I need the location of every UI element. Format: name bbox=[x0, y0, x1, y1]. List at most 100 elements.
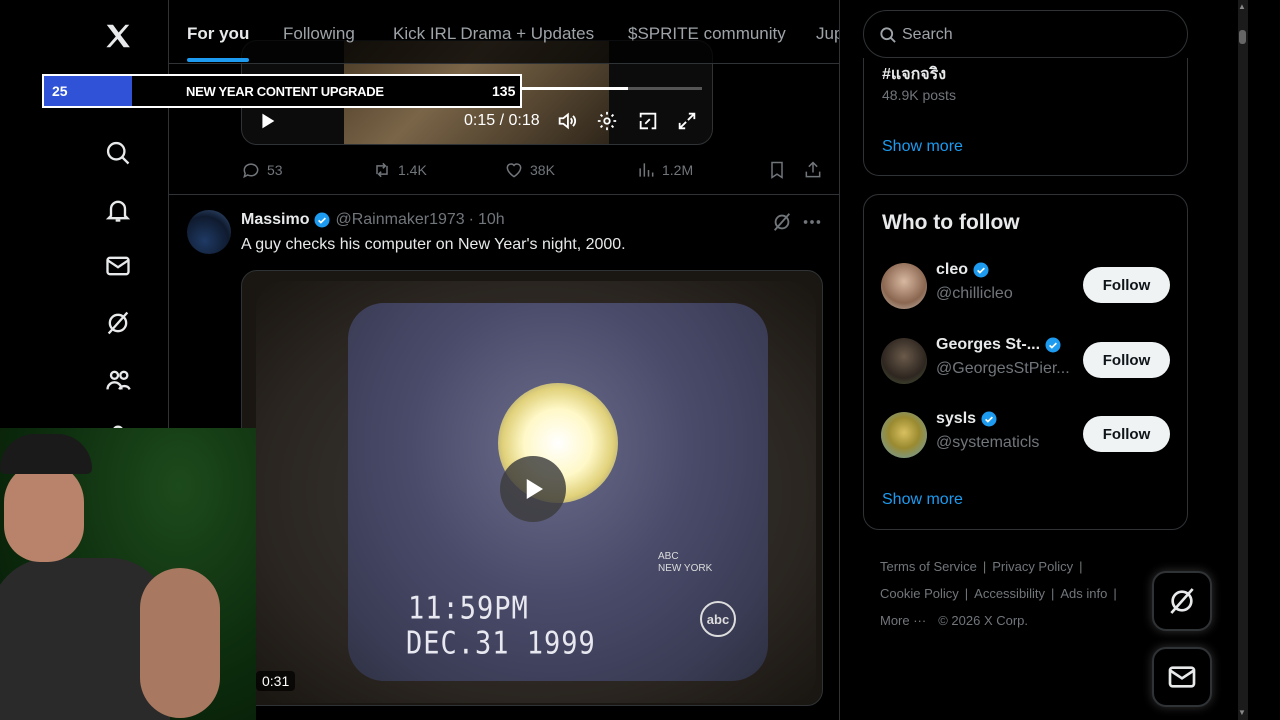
grok-icon[interactable] bbox=[102, 307, 134, 339]
grok-icon bbox=[1170, 588, 1194, 614]
play-icon bbox=[526, 479, 543, 499]
x-logo-icon[interactable] bbox=[102, 20, 134, 52]
post2-video-player[interactable]: 11:59PM DEC.31 1999 ABC NEW YORK abc 0:3… bbox=[241, 270, 823, 706]
tab-kick-irl[interactable]: Kick IRL Drama + Updates bbox=[393, 24, 594, 44]
scroll-down-arrow-icon[interactable]: ▼ bbox=[1238, 708, 1246, 717]
post2-header: Massimo @Rainmaker1973 · 10h bbox=[241, 211, 505, 229]
privacy-link[interactable]: Privacy Policy bbox=[992, 559, 1073, 574]
post-time[interactable]: 10h bbox=[478, 211, 505, 229]
station-line-1: ABC bbox=[658, 551, 679, 562]
settings-gear-icon[interactable] bbox=[594, 108, 620, 134]
avatar[interactable] bbox=[881, 263, 927, 309]
suggestion-name[interactable]: cleo bbox=[936, 261, 990, 279]
more-options-icon[interactable] bbox=[801, 211, 823, 233]
scroll-up-arrow-icon[interactable]: ▲ bbox=[1238, 2, 1246, 11]
follow-button[interactable]: Follow bbox=[1083, 267, 1170, 303]
who-to-follow-title: Who to follow bbox=[882, 211, 1020, 234]
scrollbar-thumb[interactable] bbox=[1239, 30, 1246, 44]
suggestion-handle[interactable]: @GeorgesStPier... bbox=[936, 360, 1070, 378]
avatar[interactable] bbox=[881, 338, 927, 384]
volume-icon[interactable] bbox=[554, 108, 580, 134]
share-button[interactable] bbox=[803, 160, 823, 180]
follow-button[interactable]: Follow bbox=[1083, 342, 1170, 378]
suggestion-handle[interactable]: @systematicls bbox=[936, 434, 1039, 452]
trend-post-count: 48.9K posts bbox=[882, 87, 956, 103]
like-count: 38K bbox=[530, 162, 555, 178]
copyright: © 2026 X Corp. bbox=[938, 613, 1029, 628]
follow-suggestion[interactable]: sysls @systematicls Follow bbox=[864, 404, 1189, 464]
stream-goal-target: 135 bbox=[492, 83, 516, 99]
follow-suggestion[interactable]: Georges St-... @GeorgesStPier... Follow bbox=[864, 330, 1189, 390]
grok-floating-button[interactable] bbox=[1152, 571, 1212, 631]
search-icon bbox=[880, 27, 896, 43]
avatar[interactable] bbox=[881, 412, 927, 458]
ads-info-link[interactable]: Ads info bbox=[1060, 586, 1107, 601]
timeline-tabs: For you Following Kick IRL Drama + Updat… bbox=[169, 4, 839, 64]
post1-video-time: 0:15 / 0:18 bbox=[464, 112, 540, 129]
footer-separator: | bbox=[1113, 586, 1117, 601]
author-name[interactable]: Massimo bbox=[241, 211, 309, 229]
repost-count: 1.4K bbox=[398, 162, 427, 178]
who-to-follow-card: Who to follow cleo @chillicleo Follow Ge… bbox=[863, 194, 1188, 530]
suggestion-name-text: cleo bbox=[936, 261, 969, 278]
active-tab-indicator bbox=[187, 58, 249, 62]
trend-name[interactable]: #แจกจริง bbox=[882, 62, 946, 87]
analytics-icon bbox=[639, 163, 654, 177]
views-count: 1.2M bbox=[662, 162, 694, 178]
who-to-follow-show-more-link[interactable]: Show more bbox=[882, 491, 963, 509]
search-icon[interactable] bbox=[102, 137, 134, 169]
views-button[interactable]: 1.2M bbox=[636, 160, 693, 180]
avatar[interactable] bbox=[187, 210, 231, 254]
suggestion-name[interactable]: sysls bbox=[936, 410, 998, 428]
bookmark-button[interactable] bbox=[767, 160, 787, 180]
vhs-date-stamp: DEC.31 1999 bbox=[406, 625, 596, 662]
like-button[interactable]: 38K bbox=[504, 160, 555, 180]
webcam-face bbox=[4, 462, 84, 562]
verified-badge-icon bbox=[1045, 337, 1061, 353]
tab-sprite-community[interactable]: $SPRITE community bbox=[628, 24, 786, 44]
more-link[interactable]: More ··· bbox=[880, 613, 926, 628]
follow-suggestion[interactable]: cleo @chillicleo Follow bbox=[864, 255, 1189, 315]
fullscreen-icon[interactable] bbox=[674, 108, 700, 134]
repost-button[interactable]: 1.4K bbox=[372, 160, 427, 180]
share-icon bbox=[805, 161, 821, 178]
stream-goal-current: 25 bbox=[52, 83, 68, 99]
scrollbar-track[interactable]: ▲ ▼ bbox=[1238, 0, 1248, 720]
suggestion-name-text: sysls bbox=[936, 410, 977, 427]
grok-icon[interactable] bbox=[771, 211, 793, 233]
reply-button[interactable]: 53 bbox=[241, 160, 283, 180]
heart-icon bbox=[506, 163, 522, 178]
reply-count: 53 bbox=[267, 162, 283, 178]
verified-badge-icon bbox=[973, 262, 989, 278]
streamer-webcam bbox=[0, 428, 256, 720]
scrollbar[interactable]: ▲ ▼ bbox=[1238, 0, 1280, 720]
search-input[interactable] bbox=[902, 23, 1172, 47]
verified-badge-icon bbox=[981, 411, 997, 427]
author-handle[interactable]: @Rainmaker1973 bbox=[335, 211, 464, 229]
footer-separator: | bbox=[982, 559, 987, 574]
tab-following[interactable]: Following bbox=[283, 24, 355, 44]
repost-icon bbox=[376, 162, 388, 178]
suggestion-name[interactable]: Georges St-... bbox=[936, 336, 1062, 354]
tab-for-you[interactable]: For you bbox=[187, 24, 249, 44]
communities-icon[interactable] bbox=[102, 364, 134, 396]
play-icon[interactable] bbox=[254, 108, 280, 134]
video-duration: 0:31 bbox=[256, 671, 296, 691]
bell-icon[interactable] bbox=[102, 194, 134, 226]
search-box[interactable] bbox=[863, 10, 1188, 58]
picture-in-picture-icon[interactable] bbox=[635, 108, 661, 134]
mail-icon[interactable] bbox=[102, 250, 134, 282]
follow-button[interactable]: Follow bbox=[1083, 416, 1170, 452]
play-button[interactable] bbox=[500, 456, 566, 522]
suggestion-handle[interactable]: @chillicleo bbox=[936, 285, 1013, 303]
accessibility-link[interactable]: Accessibility bbox=[974, 586, 1045, 601]
footer-separator: | bbox=[1079, 559, 1083, 574]
tab-jup[interactable]: Jup bbox=[816, 24, 839, 44]
suggestion-name-text: Georges St-... bbox=[936, 336, 1041, 353]
footer-separator: | bbox=[964, 586, 969, 601]
cookie-link[interactable]: Cookie Policy bbox=[880, 586, 959, 601]
messages-floating-button[interactable] bbox=[1152, 647, 1212, 707]
trends-show-more-link[interactable]: Show more bbox=[882, 138, 963, 156]
webcam-arm bbox=[140, 568, 220, 718]
terms-link[interactable]: Terms of Service bbox=[880, 559, 977, 574]
